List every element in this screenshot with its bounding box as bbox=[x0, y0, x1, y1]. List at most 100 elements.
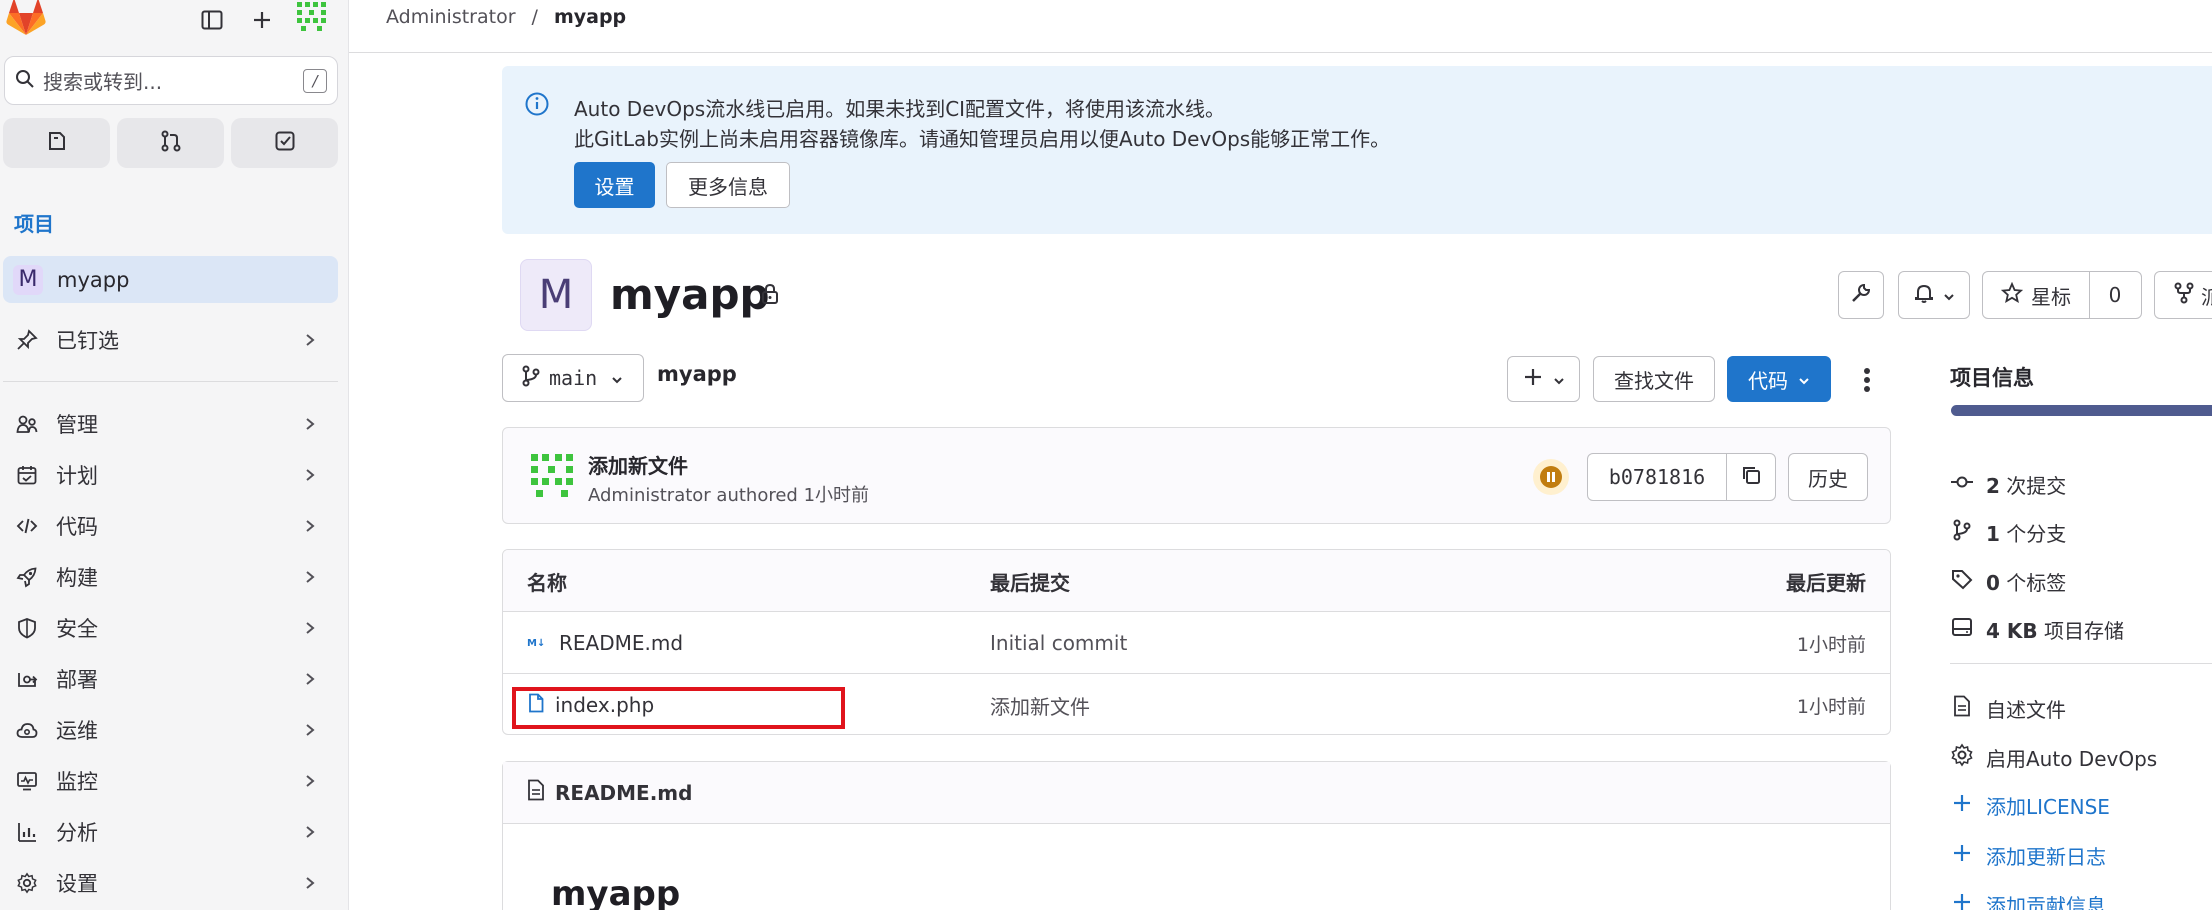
add-license-link[interactable]: 添加LICENSE bbox=[1950, 788, 2110, 822]
copy-sha-button[interactable] bbox=[1726, 453, 1776, 501]
user-avatar[interactable] bbox=[295, 0, 333, 34]
sidebar-item-pinned[interactable]: 已钉选 bbox=[0, 318, 340, 362]
sidebar-toggle-icon[interactable] bbox=[194, 2, 230, 38]
sidebar-item-5[interactable]: 部署 bbox=[0, 657, 340, 701]
file-last-commit[interactable]: 添加新文件 bbox=[990, 674, 1090, 734]
stat-label: 个标签 bbox=[2006, 570, 2067, 595]
merge-requests-button[interactable] bbox=[117, 118, 224, 168]
star-button[interactable]: 星标 0 bbox=[1982, 271, 2142, 319]
pipeline-status-icon[interactable] bbox=[1533, 459, 1569, 495]
code-icon bbox=[14, 513, 40, 539]
find-file-button[interactable]: 查找文件 bbox=[1593, 356, 1715, 402]
commit-icon bbox=[1950, 472, 1974, 497]
todo-button[interactable] bbox=[231, 118, 338, 168]
star-label: 星标 bbox=[2031, 284, 2071, 309]
column-header-name: 名称 bbox=[527, 570, 567, 595]
sidebar-item-6[interactable]: 运维 bbox=[0, 708, 340, 752]
deploy-icon bbox=[14, 666, 40, 692]
branch-selector[interactable]: main bbox=[502, 354, 644, 402]
commit-title[interactable]: 添加新文件 bbox=[588, 450, 688, 479]
sidebar-item-3[interactable]: 构建 bbox=[0, 555, 340, 599]
stat-commits[interactable]: 2 次提交 bbox=[1950, 467, 2066, 501]
settings-button[interactable]: 设置 bbox=[574, 162, 655, 208]
sidebar-item-9[interactable]: 设置 bbox=[0, 861, 340, 905]
stat-label: 项目存储 bbox=[2043, 618, 2124, 643]
sidebar-item-0[interactable]: 管理 bbox=[0, 402, 340, 446]
more-actions-icon[interactable] bbox=[1852, 360, 1882, 400]
breadcrumb-parent[interactable]: Administrator bbox=[386, 6, 516, 28]
search-icon bbox=[15, 69, 35, 93]
stat-branches[interactable]: 1 个分支 bbox=[1950, 515, 2066, 549]
sidebar-item-7[interactable]: 监控 bbox=[0, 759, 340, 803]
pin-icon bbox=[14, 327, 40, 353]
chevron-right-icon bbox=[298, 333, 322, 347]
sidebar-item-4[interactable]: 安全 bbox=[0, 606, 340, 650]
readme-filename[interactable]: README.md bbox=[555, 781, 692, 805]
add-dropdown-button[interactable] bbox=[1507, 356, 1580, 402]
auto-devops-alert: Auto DevOps流水线已启用。如果未找到CI配置文件，将使用该流水线。 此… bbox=[502, 66, 2212, 234]
commit-meta: Administrator authored 1小时前 bbox=[588, 485, 870, 506]
storage-icon bbox=[1950, 616, 1974, 643]
admin-settings-button[interactable] bbox=[1838, 271, 1884, 319]
code-button[interactable]: 代码 bbox=[1727, 356, 1831, 402]
stat-tags[interactable]: 0 个标签 bbox=[1950, 564, 2066, 598]
wrench-icon bbox=[1850, 282, 1872, 309]
sidebar-item-label: 管理 bbox=[56, 413, 98, 437]
auto-devops-link[interactable]: 启用Auto DevOps bbox=[1950, 740, 2157, 774]
users-icon bbox=[14, 411, 40, 437]
link-label: 添加更新日志 bbox=[1986, 844, 2106, 869]
breadcrumb-separator: / bbox=[531, 6, 538, 28]
create-new-icon[interactable] bbox=[244, 2, 280, 38]
commit-sha[interactable]: b0781816 bbox=[1587, 453, 1727, 501]
readme-panel: README.md myapp bbox=[502, 761, 1891, 910]
file-name[interactable]: README.md bbox=[559, 631, 683, 655]
readme-link[interactable]: 自述文件 bbox=[1950, 691, 2066, 725]
project-info-title: 项目信息 bbox=[1950, 366, 2034, 390]
link-label: 启用Auto DevOps bbox=[1986, 746, 2158, 771]
notification-button[interactable] bbox=[1898, 271, 1970, 319]
sidebar-item-1[interactable]: 计划 bbox=[0, 453, 340, 497]
merge-request-icon bbox=[160, 130, 182, 156]
breadcrumb-current[interactable]: myapp bbox=[554, 6, 626, 28]
commit-author-avatar[interactable] bbox=[527, 450, 577, 500]
shield-icon bbox=[14, 615, 40, 641]
sidebar-item-2[interactable]: 代码 bbox=[0, 504, 340, 548]
bell-icon bbox=[1913, 282, 1935, 309]
gitlab-logo-icon[interactable] bbox=[6, 0, 48, 38]
sidebar-item-project[interactable]: M myapp bbox=[3, 256, 338, 303]
readme-heading: myapp bbox=[551, 874, 681, 910]
chevron-right-icon bbox=[298, 876, 322, 890]
chevron-right-icon bbox=[298, 468, 322, 482]
stat-storage[interactable]: 4 KB 项目存储 bbox=[1950, 612, 2124, 646]
add-contributing-link[interactable]: 添加贡献信息 bbox=[1950, 887, 2106, 910]
chart-icon bbox=[14, 819, 40, 845]
sidebar-section-title: 项目 bbox=[14, 212, 54, 236]
chevron-right-icon bbox=[298, 723, 322, 737]
issues-button[interactable] bbox=[3, 118, 110, 168]
table-row[interactable]: M↓ README.md Initial commit 1小时前 bbox=[503, 612, 1890, 674]
chevron-right-icon bbox=[298, 672, 322, 686]
lock-icon bbox=[758, 282, 782, 310]
monitor-icon bbox=[14, 768, 40, 794]
chevron-down-icon bbox=[1943, 283, 1955, 307]
sidebar-item-label: 安全 bbox=[56, 617, 98, 641]
sidebar-topbar bbox=[0, 0, 349, 48]
fork-button[interactable]: 派 bbox=[2154, 271, 2212, 319]
file-last-updated: 1小时前 bbox=[1796, 633, 1866, 656]
add-changelog-link[interactable]: 添加更新日志 bbox=[1950, 838, 2106, 872]
stat-count: 2 bbox=[1986, 473, 2000, 498]
tag-icon bbox=[1950, 568, 1974, 595]
todo-icon bbox=[274, 130, 296, 156]
chevron-down-icon bbox=[1798, 367, 1810, 391]
project-avatar-small: M bbox=[13, 264, 43, 295]
code-button-label: 代码 bbox=[1748, 368, 1788, 393]
sidebar-item-label: 代码 bbox=[56, 515, 98, 539]
history-button[interactable]: 历史 bbox=[1788, 453, 1868, 501]
repo-path[interactable]: myapp bbox=[657, 362, 737, 386]
file-last-commit[interactable]: Initial commit bbox=[990, 612, 1127, 674]
more-info-button[interactable]: 更多信息 bbox=[666, 162, 790, 208]
sidebar-item-8[interactable]: 分析 bbox=[0, 810, 340, 854]
gear-icon bbox=[14, 870, 40, 896]
search-input[interactable]: 搜索或转到... / bbox=[4, 56, 338, 105]
branch-icon bbox=[521, 365, 541, 392]
